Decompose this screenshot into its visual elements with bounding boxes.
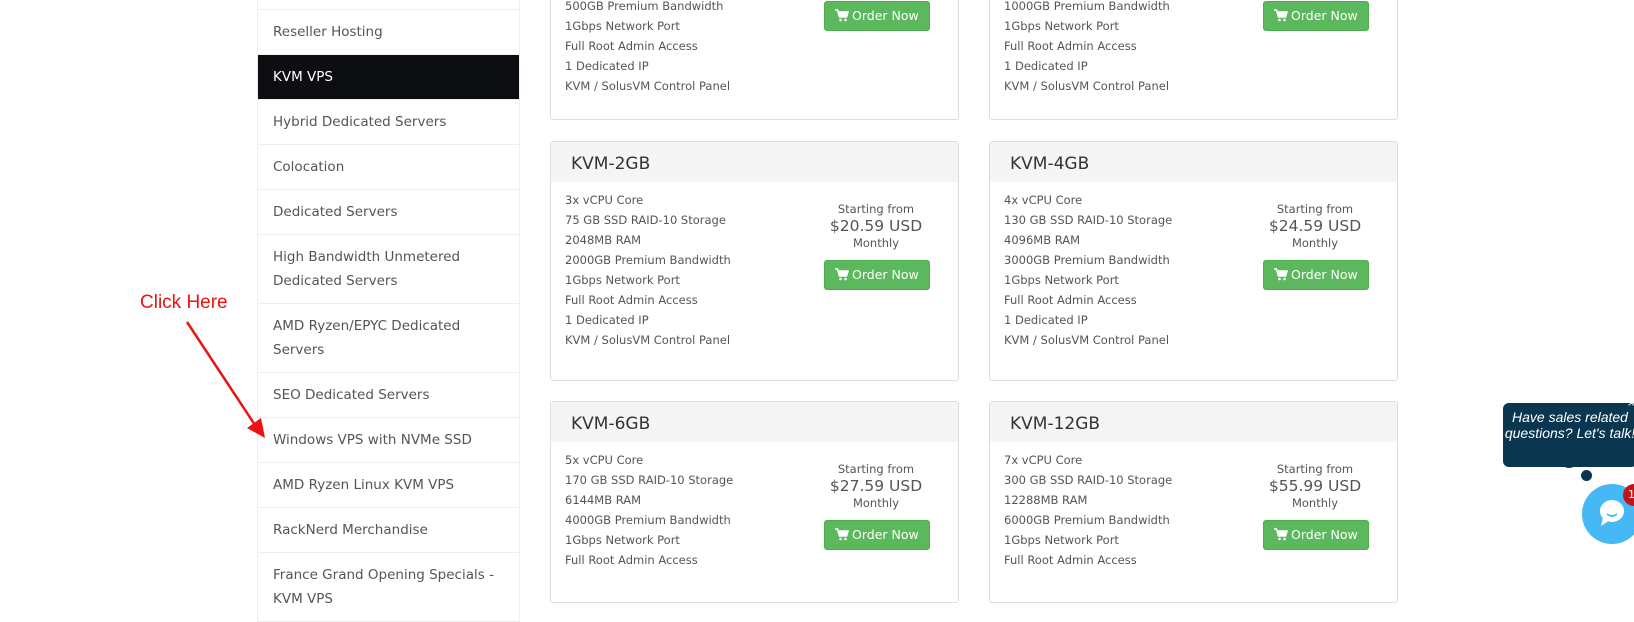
sidebar-item-merchandise[interactable]: RackNerd Merchandise	[258, 508, 519, 553]
sidebar-item-high-bandwidth[interactable]: High Bandwidth Unmetered Dedicated Serve…	[258, 235, 519, 304]
feature: KVM / SolusVM Control Panel	[1004, 333, 1170, 347]
order-now-button[interactable]: Order Now	[824, 520, 930, 550]
order-now-label: Order Now	[1291, 527, 1358, 542]
feature: Full Root Admin Access	[565, 553, 698, 567]
product-card-kvm-6gb: KVM-6GB 5x vCPU Core 170 GB SSD RAID-10 …	[550, 401, 959, 603]
feature: Full Root Admin Access	[1004, 293, 1137, 307]
cart-icon	[835, 9, 849, 22]
sidebar-item-windows-vps[interactable]: Windows VPS with NVMe SSD	[258, 418, 519, 463]
product-card-kvm-2gb: KVM-2GB 3x vCPU Core 75 GB SSD RAID-10 S…	[550, 141, 959, 381]
cart-icon	[835, 268, 849, 281]
order-now-button[interactable]: Order Now	[824, 1, 930, 31]
order-now-label: Order Now	[852, 267, 919, 282]
product-card: 500GB Premium Bandwidth 1Gbps Network Po…	[550, 0, 959, 120]
sidebar-item-amd-ryzen-linux-kvm[interactable]: AMD Ryzen Linux KVM VPS	[258, 463, 519, 508]
product-card: 1000GB Premium Bandwidth 1Gbps Network P…	[989, 0, 1398, 120]
sidebar-item-amd-ryzen-epyc[interactable]: AMD Ryzen/EPYC Dedicated Servers	[258, 304, 519, 373]
annotation-arrow-icon	[185, 321, 265, 438]
order-now-label: Order Now	[852, 527, 919, 542]
feature: Full Root Admin Access	[1004, 553, 1137, 567]
product-title: KVM-4GB	[990, 142, 1397, 182]
sidebar-item-seo-dedicated[interactable]: SEO Dedicated Servers	[258, 373, 519, 418]
billing-cycle: Monthly	[852, 236, 900, 250]
order-now-button[interactable]: Order Now	[1263, 1, 1369, 31]
product-card-kvm-12gb: KVM-12GB 7x vCPU Core 300 GB SSD RAID-10…	[989, 401, 1398, 603]
feature: Full Root Admin Access	[565, 293, 698, 307]
cart-icon	[1274, 268, 1288, 281]
feature: 1 Dedicated IP	[1004, 59, 1088, 73]
feature: KVM / SolusVM Control Panel	[565, 79, 731, 93]
order-now-button[interactable]: Order Now	[1263, 520, 1369, 550]
sidebar-item-partial[interactable]	[258, 0, 519, 10]
order-now-button[interactable]: Order Now	[824, 260, 930, 290]
feature: 1 Dedicated IP	[1004, 313, 1088, 327]
sidebar-item-hybrid-dedicated[interactable]: Hybrid Dedicated Servers	[258, 100, 519, 145]
feature: KVM / SolusVM Control Panel	[1004, 79, 1170, 93]
bubble-dot-icon	[1581, 470, 1592, 481]
product-title: KVM-2GB	[551, 142, 958, 182]
cart-icon	[1274, 9, 1288, 22]
order-now-button[interactable]: Order Now	[1263, 260, 1369, 290]
feature: Full Root Admin Access	[565, 39, 698, 53]
click-here-annotation: Click Here	[140, 292, 228, 313]
starting-from-label: Starting from	[837, 462, 915, 476]
cart-icon	[1274, 528, 1288, 541]
product-card-kvm-4gb: KVM-4GB 4x vCPU Core 130 GB SSD RAID-10 …	[989, 141, 1398, 381]
product-title: KVM-12GB	[990, 402, 1397, 442]
order-now-label: Order Now	[1291, 8, 1358, 23]
order-now-label: Order Now	[852, 8, 919, 23]
starting-from-label: Starting from	[837, 202, 915, 216]
chat-icon	[1600, 500, 1624, 526]
sidebar-item-kvm-vps[interactable]: KVM VPS	[258, 55, 519, 100]
feature: KVM / SolusVM Control Panel	[565, 333, 731, 347]
order-now-label: Order Now	[1291, 267, 1358, 282]
feature: 1 Dedicated IP	[565, 313, 649, 327]
price: $55.99 USD	[1268, 477, 1362, 495]
category-sidebar: Reseller Hosting KVM VPS Hybrid Dedicate…	[257, 0, 520, 622]
billing-cycle: Monthly	[852, 496, 900, 510]
sidebar-item-france-specials[interactable]: France Grand Opening Specials - KVM VPS	[258, 553, 519, 622]
feature: Full Root Admin Access	[1004, 39, 1137, 53]
billing-cycle: Monthly	[1291, 496, 1339, 510]
price: $27.59 USD	[829, 477, 923, 495]
starting-from-label: Starting from	[1276, 202, 1354, 216]
price: $20.59 USD	[829, 217, 923, 235]
starting-from-label: Starting from	[1276, 462, 1354, 476]
sidebar-item-dedicated-servers[interactable]: Dedicated Servers	[258, 190, 519, 235]
close-icon[interactable]: ×	[1627, 398, 1634, 409]
sidebar-item-reseller-hosting[interactable]: Reseller Hosting	[258, 10, 519, 55]
cart-icon	[835, 528, 849, 541]
billing-cycle: Monthly	[1291, 236, 1339, 250]
sidebar-item-colocation[interactable]: Colocation	[258, 145, 519, 190]
product-title: KVM-6GB	[551, 402, 958, 442]
price: $24.59 USD	[1268, 217, 1362, 235]
feature: 1 Dedicated IP	[565, 59, 649, 73]
